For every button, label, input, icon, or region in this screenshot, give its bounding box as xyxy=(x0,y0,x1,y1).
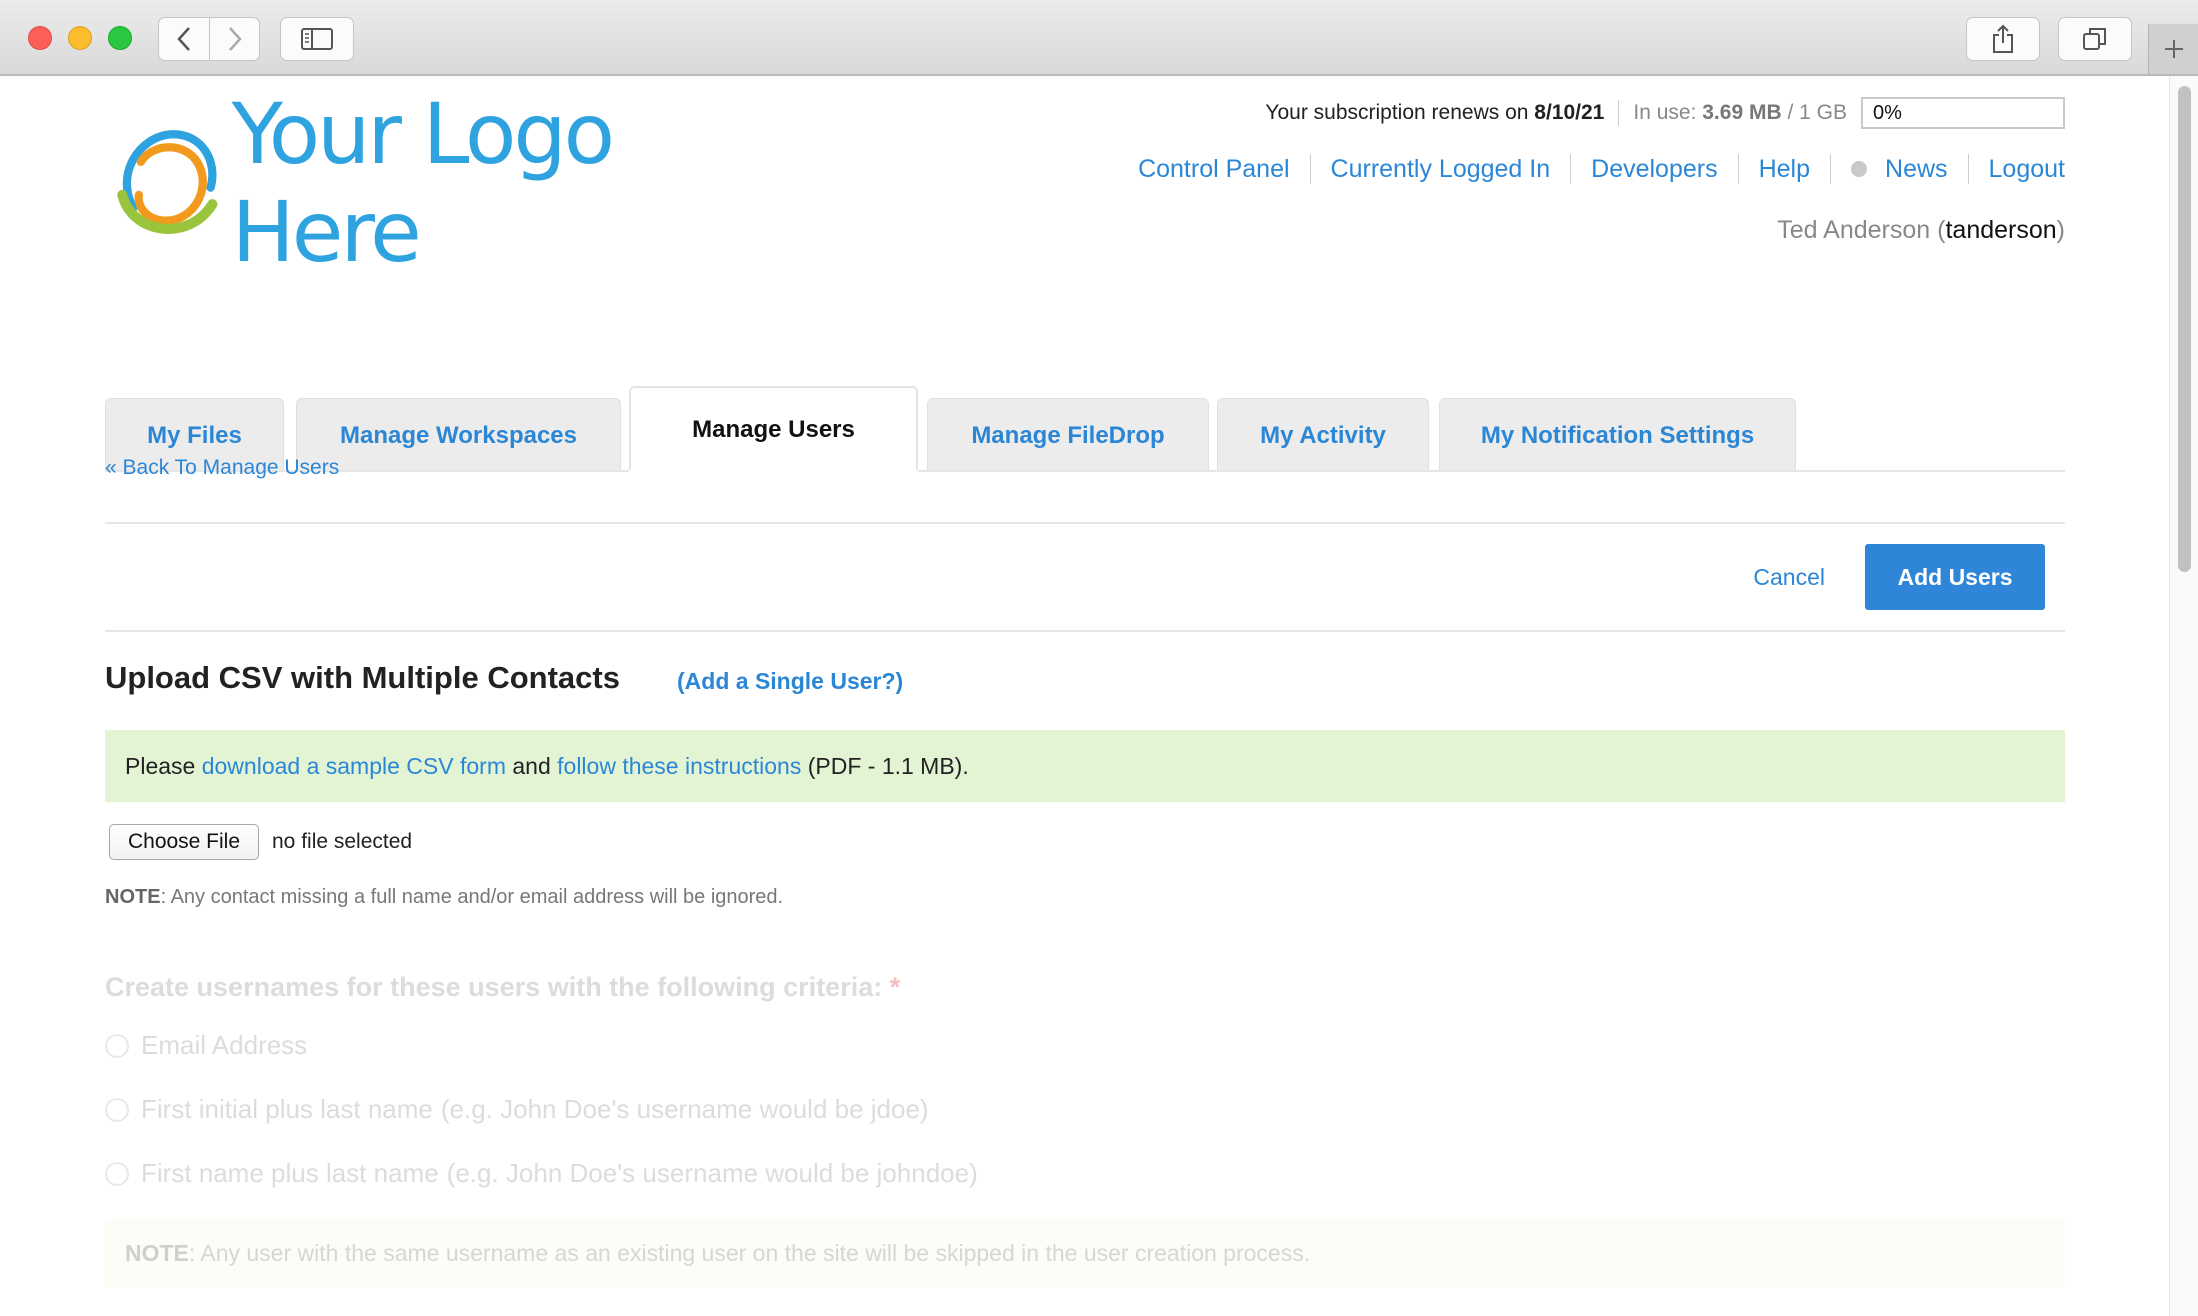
note-text: : Any contact missing a full name and/or… xyxy=(160,886,784,908)
currently-logged-in-link[interactable]: Currently Logged In xyxy=(1331,155,1551,184)
divider xyxy=(105,522,2065,524)
radio-hint: (e.g. John Doe's username would be johnd… xyxy=(446,1158,978,1188)
add-single-user-link[interactable]: (Add a Single User?) xyxy=(677,668,903,695)
divider xyxy=(1309,154,1311,184)
new-tab-button[interactable] xyxy=(2148,24,2198,74)
logout-link[interactable]: Logout xyxy=(1989,155,2065,184)
note-label: NOTE xyxy=(105,886,161,908)
news-link[interactable]: News xyxy=(1885,155,1948,184)
username-criteria-heading: Create usernames for these users with th… xyxy=(105,972,900,1003)
radio-button[interactable] xyxy=(105,1161,129,1186)
note-text: : Any user with the same username as an … xyxy=(188,1239,1311,1266)
close-window-button[interactable] xyxy=(28,26,52,50)
usage-progress-bar: 0% xyxy=(1861,97,2065,129)
tab-manage-workspaces[interactable]: Manage Workspaces xyxy=(296,398,621,472)
required-mark: * xyxy=(889,972,901,1002)
share-button[interactable] xyxy=(1966,17,2040,61)
page-content: Your Logo Here Your subscription renews … xyxy=(105,76,2065,1316)
divider xyxy=(1830,154,1832,184)
help-link[interactable]: Help xyxy=(1759,155,1810,184)
plus-icon xyxy=(2164,40,2183,58)
radio-hint: (e.g. John Doe's username would be jdoe) xyxy=(440,1094,929,1124)
tab-underline xyxy=(105,470,2065,472)
sidebar-toggle-button[interactable] xyxy=(280,17,354,61)
radio-first-name-last-name[interactable]: First name plus last name (e.g. John Doe… xyxy=(105,1158,978,1189)
subscription-date: 8/10/21 xyxy=(1534,101,1605,124)
radio-email-address[interactable]: Email Address xyxy=(105,1030,307,1061)
logo-swirl-icon xyxy=(117,130,218,234)
radio-first-initial-last-name[interactable]: First initial plus last name (e.g. John … xyxy=(105,1094,929,1125)
criteria-title: Create usernames for these users with th… xyxy=(105,972,883,1002)
tab-my-activity[interactable]: My Activity xyxy=(1217,398,1429,472)
minimize-window-button[interactable] xyxy=(68,26,92,50)
username: tanderson xyxy=(1945,216,2057,244)
user-full-name: Ted Anderson xyxy=(1777,216,1931,244)
radio-button[interactable] xyxy=(105,1033,129,1058)
divider xyxy=(1618,100,1620,126)
browser-toolbar xyxy=(0,0,2198,76)
notice-prefix: Please xyxy=(125,752,196,779)
notice-and: and xyxy=(512,752,551,779)
chevron-left-icon xyxy=(177,27,190,51)
divider xyxy=(105,630,2065,632)
developers-link[interactable]: Developers xyxy=(1591,155,1717,184)
top-navigation: Control Panel Currently Logged In Develo… xyxy=(1138,154,2065,184)
storage-usage: In use: 3.69 MB / 1 GB xyxy=(1633,101,1847,125)
subscription-info: Your subscription renews on 8/10/21 In u… xyxy=(1265,96,2065,130)
radio-label: First name plus last name xyxy=(141,1158,439,1188)
in-use-total: / 1 GB xyxy=(1787,101,1847,124)
tab-manage-filedrop[interactable]: Manage FileDrop xyxy=(927,398,1209,472)
chevron-right-icon xyxy=(228,27,242,51)
cancel-button[interactable]: Cancel xyxy=(1753,564,1825,591)
upload-csv-heading: Upload CSV with Multiple Contacts xyxy=(105,660,620,695)
tab-my-notification-settings[interactable]: My Notification Settings xyxy=(1439,398,1796,472)
divider xyxy=(1737,154,1739,184)
main-tabs: My Files Manage Workspaces Manage Users … xyxy=(105,308,2065,472)
site-logo[interactable]: Your Logo Here xyxy=(115,85,775,281)
divider xyxy=(1967,154,1969,184)
divider xyxy=(1570,154,1572,184)
download-sample-csv-link[interactable]: download a sample CSV form xyxy=(202,753,506,780)
vertical-scrollbar[interactable] xyxy=(2169,76,2198,1316)
current-user: Ted Anderson (tanderson) xyxy=(1777,216,2065,245)
logo-text: Your Logo Here xyxy=(231,85,615,281)
tab-manage-users[interactable]: Manage Users xyxy=(629,386,918,472)
missing-contact-note: NOTE: Any contact missing a full name an… xyxy=(105,886,783,909)
control-panel-link[interactable]: Control Panel xyxy=(1138,155,1289,184)
note-label: NOTE xyxy=(125,1239,189,1266)
add-users-button[interactable]: Add Users xyxy=(1865,544,2045,610)
notice-suffix: (PDF - 1.1 MB). xyxy=(807,752,969,779)
tab-overview-button[interactable] xyxy=(2058,17,2132,61)
back-button[interactable] xyxy=(158,17,210,61)
active-tab-gap xyxy=(629,470,918,472)
in-use-amount: 3.69 MB xyxy=(1702,101,1782,124)
choose-file-button[interactable]: Choose File xyxy=(109,824,259,860)
back-to-manage-users-link[interactable]: « Back To Manage Users xyxy=(105,456,339,480)
duplicate-username-note: NOTE: Any user with the same username as… xyxy=(105,1218,2065,1288)
radio-label: First initial plus last name xyxy=(141,1094,433,1124)
radio-button[interactable] xyxy=(105,1097,129,1122)
share-icon xyxy=(1993,24,2013,53)
tabs-overview-icon xyxy=(2083,28,2106,50)
news-status-icon xyxy=(1851,161,1868,177)
paren-close: ) xyxy=(2056,216,2065,244)
scrollbar-thumb[interactable] xyxy=(2178,86,2191,572)
in-use-label: In use: xyxy=(1633,101,1697,124)
forward-button[interactable] xyxy=(210,17,260,61)
subscription-label: Your subscription renews on xyxy=(1265,101,1529,124)
web-page: Your Logo Here Your subscription renews … xyxy=(0,76,2198,1316)
file-status: no file selected xyxy=(272,830,413,853)
radio-label: Email Address xyxy=(141,1030,308,1060)
maximize-window-button[interactable] xyxy=(108,26,132,50)
sidebar-icon xyxy=(301,28,333,50)
instructions-notice: Please download a sample CSV form and fo… xyxy=(105,730,2065,802)
follow-instructions-link[interactable]: follow these instructions xyxy=(557,753,801,780)
